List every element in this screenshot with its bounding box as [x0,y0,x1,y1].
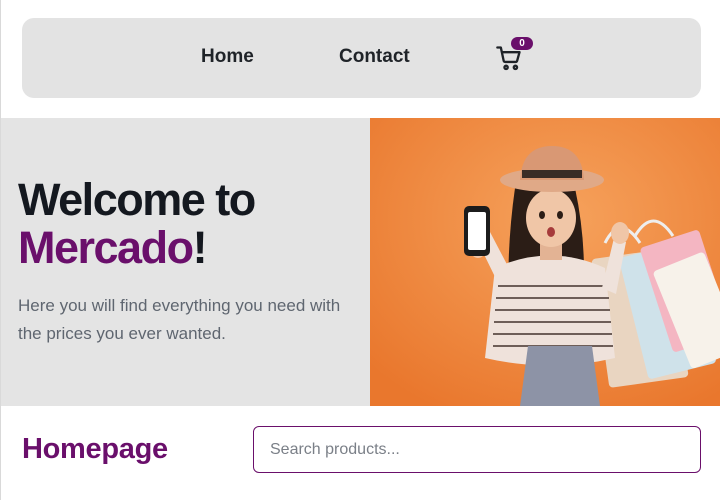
hero-title-punct: ! [192,222,208,273]
nav-link-contact[interactable]: Contact [339,46,410,68]
hero-title-line1: Welcome to [18,174,256,225]
hero-title-brand: Mercado [18,222,194,273]
hero-image [370,118,720,406]
cart-count-badge: 0 [511,37,533,50]
search-input[interactable] [253,426,701,473]
hero-title: Welcome to Mercado! [18,176,363,272]
hero-illustration [370,118,720,406]
page: Home Contact 0 Welcome to Mercado! Here … [0,0,720,500]
nav-link-home[interactable]: Home [201,46,254,68]
hero-subtitle: Here you will find everything you need w… [18,296,341,343]
navbar: Home Contact 0 [22,18,701,98]
page-heading: Homepage [22,433,168,465]
